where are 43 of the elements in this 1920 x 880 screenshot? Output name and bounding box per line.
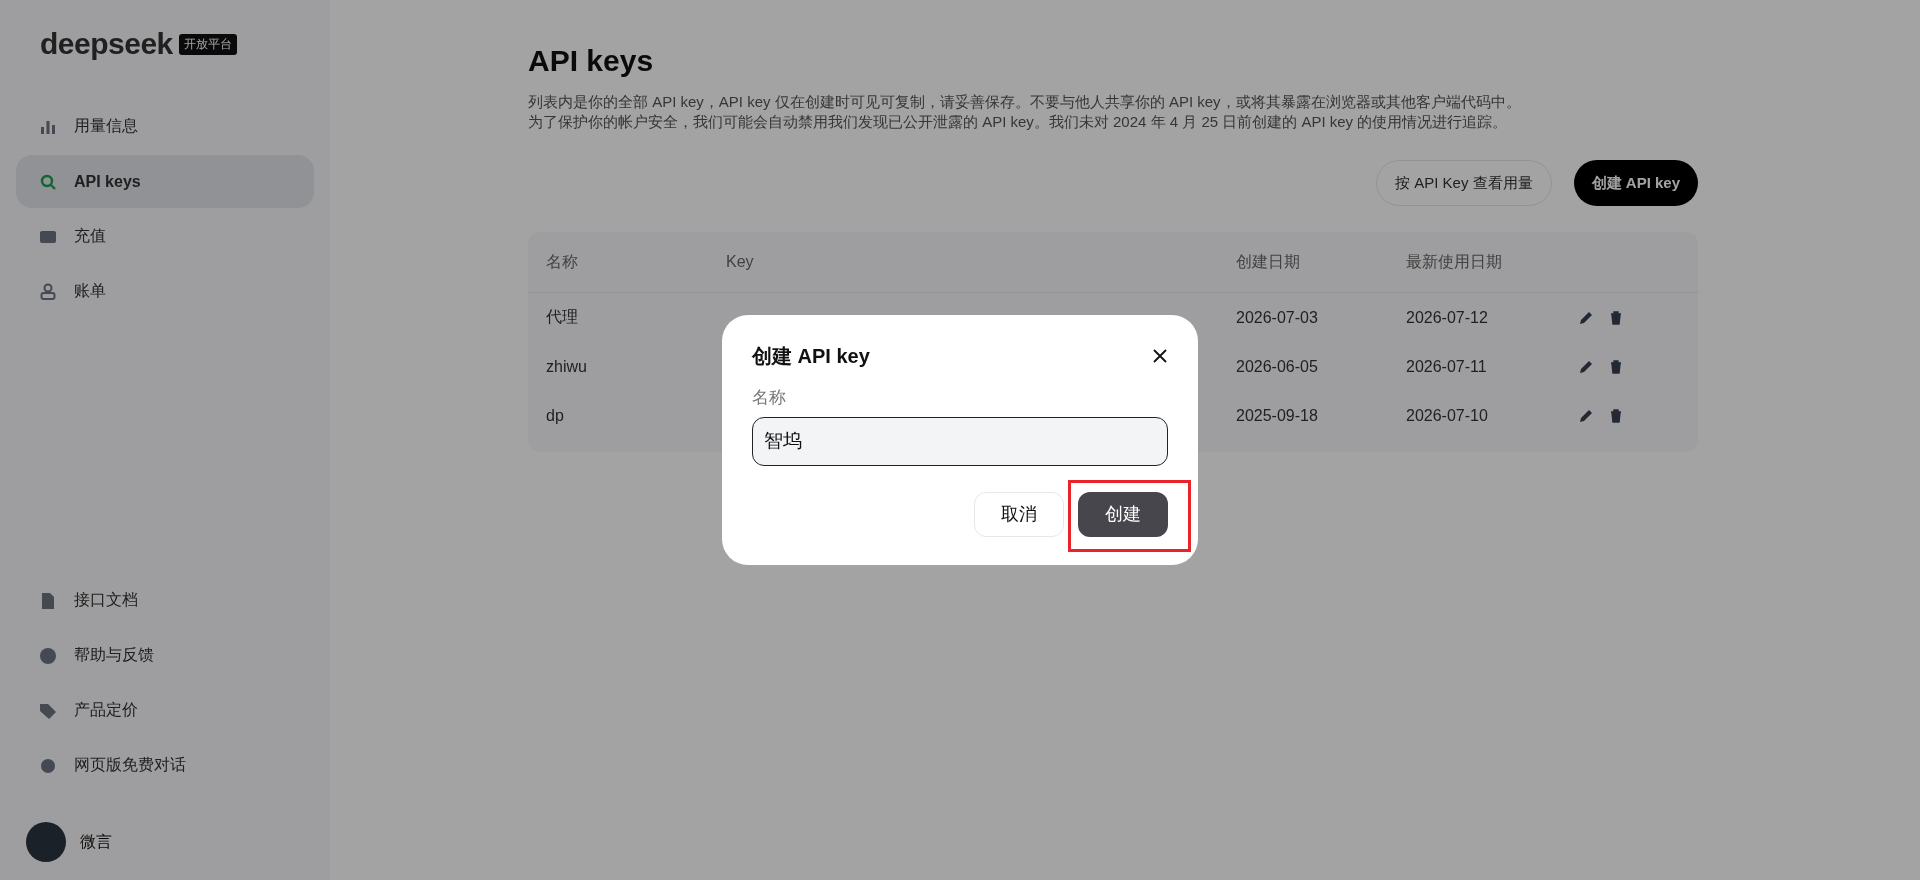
table-cell-text: 2026-06-05	[1236, 357, 1319, 376]
table-cell-text: 2026-07-12	[1406, 308, 1489, 327]
logo-text: deepseek	[40, 27, 173, 61]
table-cell-text: zhiwu	[545, 357, 588, 376]
sidebar-item[interactable]: 用量信息	[16, 100, 314, 153]
dialog-title: 创建 API key	[752, 343, 870, 369]
table-cell-text: dp	[545, 406, 565, 425]
create-key-button[interactable]: 创建 API key	[1573, 160, 1698, 206]
sidebar-item[interactable]: API keys	[16, 155, 314, 208]
edit-icon[interactable]	[1578, 358, 1594, 375]
close-icon[interactable]	[1152, 348, 1168, 364]
sidebar-item[interactable]: 账单	[16, 265, 314, 318]
edit-icon[interactable]	[1578, 309, 1594, 326]
name-input-field[interactable]: 智坞	[752, 416, 1168, 466]
person-icon	[38, 281, 58, 302]
description-text: 为了保护你的帐户安全，我们可能会自动禁用我们发现已公开泄露的 API key。我们未对 2024 年 4 月 25 日前创建的 API key 的使用情况进行追踪。	[528, 112, 1509, 132]
user-name: 微言	[80, 831, 112, 852]
cancel-button[interactable]: 取消	[974, 491, 1064, 537]
page-title: API keys	[528, 44, 655, 78]
sidebar-link[interactable]: 网页版免费对话	[16, 739, 314, 792]
column-header: Key	[726, 253, 755, 271]
sidebar-link[interactable]: 接口文档	[16, 574, 314, 627]
logo-badge: 开放平台	[178, 33, 237, 55]
field-label: 名称	[752, 386, 787, 409]
avatar[interactable]	[26, 822, 66, 862]
table-cell-text: 2025-09-18	[1236, 406, 1319, 425]
edit-icon[interactable]	[1578, 407, 1594, 424]
trash-icon[interactable]	[1608, 407, 1624, 424]
table-cell-text: 2026-07-11	[1406, 357, 1488, 376]
description-text: 列表内是你的全部 API key，API key 仅在创建时可见可复制，请妥善保存。不要与他人共享你的 API key，或将其暴露在浏览器或其他客户端代码中。	[528, 92, 1522, 112]
sidebar-link[interactable]: 产品定价	[16, 684, 314, 737]
trash-icon[interactable]	[1608, 309, 1624, 326]
table-cell-text: 2026-07-10	[1406, 406, 1489, 425]
table-cell-text: 代理	[545, 307, 579, 327]
column-header: 名称	[545, 251, 579, 272]
table-cell-text: 2026-07-03	[1236, 308, 1319, 327]
column-header: 最新使用日期	[1406, 251, 1503, 272]
trash-icon[interactable]	[1608, 358, 1624, 375]
column-header: 创建日期	[1236, 251, 1301, 272]
sidebar-item[interactable]: 充值	[16, 210, 314, 263]
usage-button[interactable]: 按 API Key 查看用量	[1376, 160, 1552, 206]
sidebar-link[interactable]: 帮助与反馈	[16, 629, 314, 682]
create-button[interactable]: 创建	[1078, 491, 1168, 537]
